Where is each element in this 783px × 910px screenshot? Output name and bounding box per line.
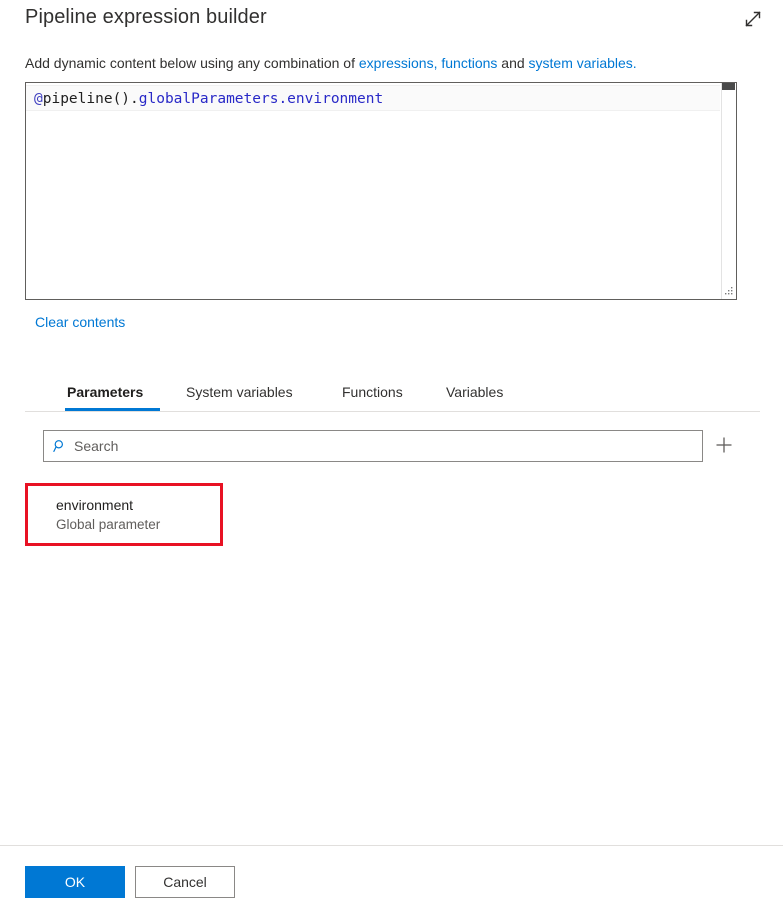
dialog-header: Pipeline expression builder bbox=[0, 0, 783, 42]
tab-variables[interactable]: Variables bbox=[444, 372, 516, 411]
expand-dialog-button[interactable] bbox=[737, 4, 769, 36]
search-icon bbox=[53, 439, 67, 453]
expression-editor[interactable]: @pipeline().globalParameters.environment bbox=[25, 82, 737, 300]
link-system-variables[interactable]: system variables. bbox=[529, 55, 637, 71]
tab-system-variables[interactable]: System variables bbox=[184, 372, 315, 411]
editor-scrollbar-thumb[interactable] bbox=[722, 83, 735, 90]
dialog-footer: OK Cancel bbox=[0, 846, 783, 910]
expression-token-property: globalParameters.environment bbox=[138, 91, 384, 107]
tab-functions[interactable]: Functions bbox=[340, 372, 419, 411]
subtitle-prefix: Add dynamic content below using any comb… bbox=[25, 55, 359, 71]
editor-scrollbar-track[interactable] bbox=[721, 83, 736, 299]
add-parameter-button[interactable] bbox=[711, 433, 737, 459]
search-box[interactable] bbox=[43, 430, 703, 462]
parameter-name: environment bbox=[56, 497, 134, 513]
link-expressions-functions[interactable]: expressions, functions bbox=[359, 55, 498, 71]
search-input[interactable] bbox=[74, 432, 702, 460]
tab-parameters[interactable]: Parameters bbox=[65, 372, 160, 411]
page-title: Pipeline expression builder bbox=[25, 6, 267, 28]
clear-contents-link[interactable]: Clear contents bbox=[35, 314, 125, 330]
parameter-list: environment Global parameter bbox=[28, 486, 728, 543]
resize-grip-icon[interactable] bbox=[722, 285, 734, 297]
plus-icon bbox=[714, 435, 734, 458]
tab-bar: Parameters System variables Functions Va… bbox=[25, 372, 760, 412]
expression-token-call: pipeline(). bbox=[42, 91, 139, 107]
expression-token-at: @ bbox=[34, 91, 43, 107]
parameter-type: Global parameter bbox=[56, 517, 161, 532]
list-item[interactable]: environment Global parameter bbox=[28, 486, 218, 543]
expand-diagonal-icon bbox=[742, 8, 764, 33]
ok-button[interactable]: OK bbox=[25, 866, 125, 898]
search-row bbox=[43, 430, 743, 462]
dialog-subtitle: Add dynamic content below using any comb… bbox=[25, 53, 637, 73]
cancel-button[interactable]: Cancel bbox=[135, 866, 235, 898]
subtitle-middle: and bbox=[497, 55, 529, 71]
expression-editor-content[interactable]: @pipeline().globalParameters.environment bbox=[26, 83, 720, 109]
